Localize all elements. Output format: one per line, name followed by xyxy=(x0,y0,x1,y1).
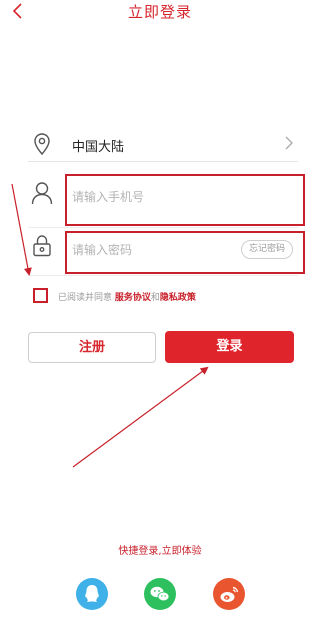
agreement-text: 已阅读并同意 服务协议和隐私政策 xyxy=(58,290,196,303)
password-divider xyxy=(28,275,298,276)
location-icon xyxy=(34,133,50,156)
agreement-prefix: 已阅读并同意 xyxy=(58,293,113,303)
page-title: 立即登录 xyxy=(127,3,192,21)
password-field: 忘记密码 xyxy=(65,231,305,274)
weibo-icon xyxy=(213,578,245,610)
qq-icon xyxy=(76,578,108,610)
region-label: 中国大陆 xyxy=(72,140,125,155)
qq-login-button[interactable] xyxy=(76,578,108,610)
chevron-right-icon xyxy=(285,136,293,150)
annotation-arrow-checkbox xyxy=(11,183,32,276)
terms-link[interactable]: 服务协议 xyxy=(115,293,151,303)
login-button[interactable]: 登录 xyxy=(165,331,294,363)
wechat-login-button[interactable] xyxy=(144,578,176,610)
user-icon xyxy=(31,182,53,205)
region-selector[interactable]: 中国大陆 xyxy=(28,128,298,162)
phone-field xyxy=(65,174,305,226)
lock-icon xyxy=(33,235,51,257)
quick-login-text: 快捷登录,立即体验 xyxy=(118,546,202,557)
phone-divider xyxy=(28,227,298,228)
forgot-password-button[interactable]: 忘记密码 xyxy=(240,240,293,259)
phone-input[interactable] xyxy=(72,186,297,208)
wechat-icon xyxy=(144,578,176,610)
weibo-login-button[interactable] xyxy=(213,578,245,610)
annotation-arrow-login xyxy=(72,366,209,468)
register-button[interactable]: 注册 xyxy=(28,332,156,363)
agree-checkbox[interactable] xyxy=(33,288,48,303)
privacy-link[interactable]: 隐私政策 xyxy=(160,293,196,303)
header: 立即登录 xyxy=(0,0,320,24)
agreement-and: 和 xyxy=(150,293,160,303)
password-input[interactable] xyxy=(72,239,232,261)
